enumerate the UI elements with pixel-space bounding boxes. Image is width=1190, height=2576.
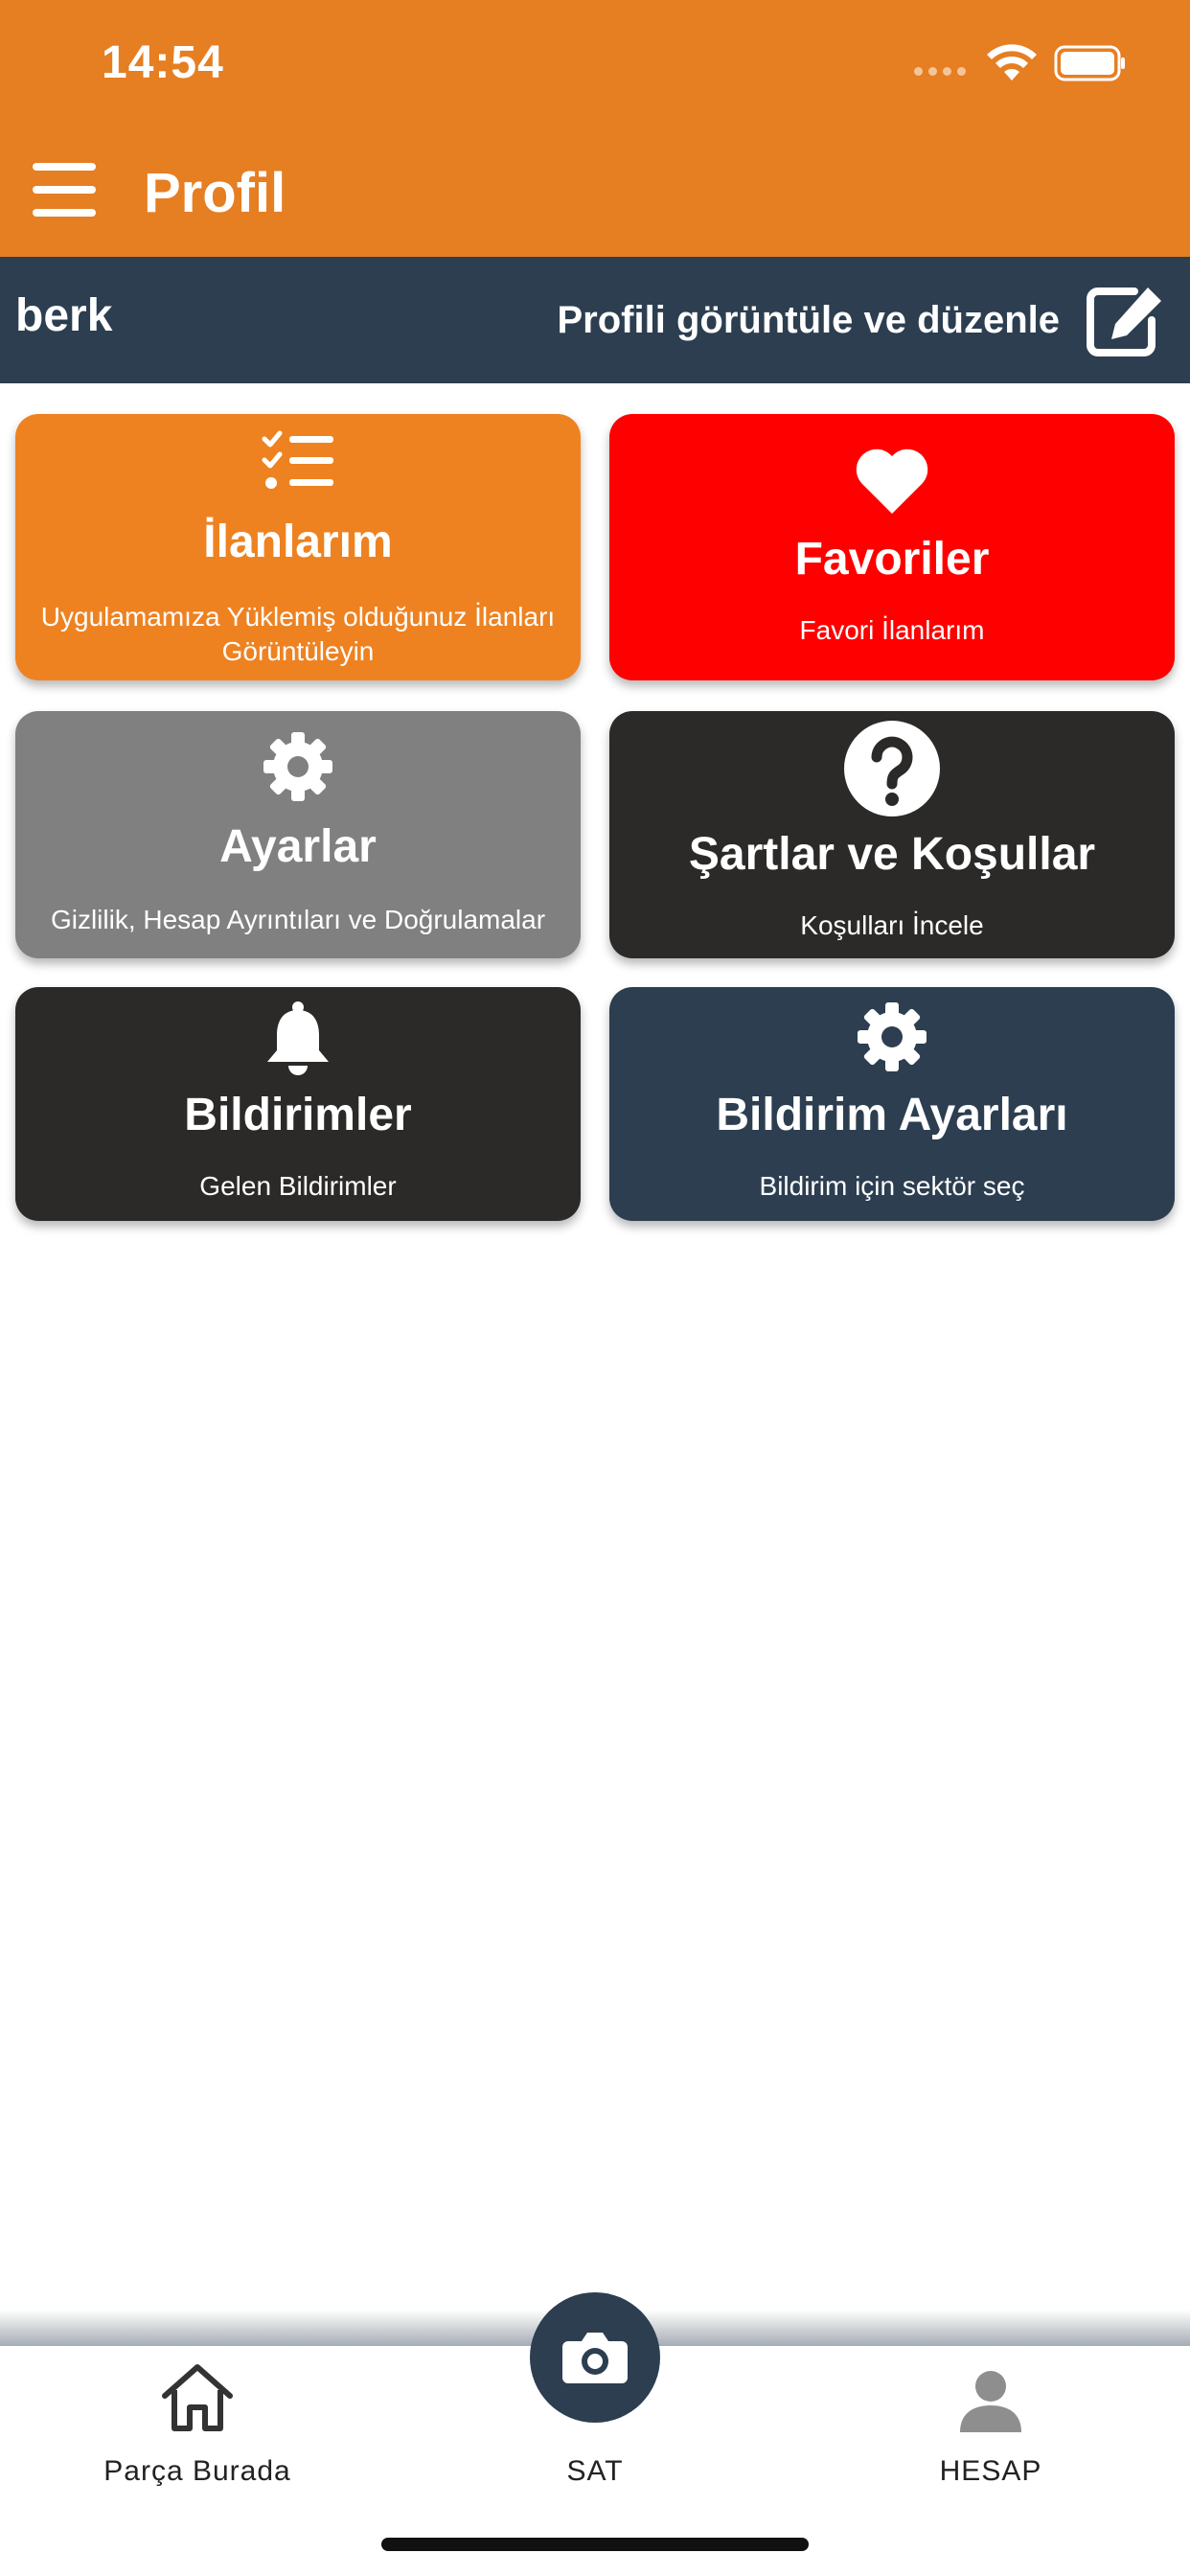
camera-icon <box>562 2333 628 2383</box>
card-subtitle: Bildirim için sektör seç <box>759 1171 1025 1201</box>
app-header: 14:54 Profil <box>0 0 1190 257</box>
card-title: Ayarlar <box>219 821 377 872</box>
edit-profile-label: Profili görüntüle ve düzenle <box>557 298 1061 341</box>
signal-icon <box>914 67 968 79</box>
tab-home-label[interactable]: Parça Burada <box>54 2455 341 2488</box>
status-time: 14:54 <box>102 37 224 88</box>
card-title: Şartlar ve Koşullar <box>688 829 1096 880</box>
card-ilanlarim[interactable]: İlanlarım Uygulamamıza Yüklemiş olduğunu… <box>15 414 581 680</box>
wifi-icon <box>987 44 1037 80</box>
menu-icon[interactable] <box>33 163 96 217</box>
card-bildirim-ayarlari[interactable]: Bildirim Ayarları Bildirim için sektör s… <box>609 987 1175 1221</box>
edit-profile-button[interactable]: Profili görüntüle ve düzenle <box>558 278 1166 362</box>
card-favoriler[interactable]: Favoriler Favori İlanlarım <box>609 414 1175 680</box>
card-sartlar-ve-kosullar[interactable]: Şartlar ve Koşullar Koşulları İncele <box>609 711 1175 958</box>
user-bar: berk Profili görüntüle ve düzenle <box>0 257 1190 383</box>
card-title: İlanlarım <box>203 517 393 567</box>
question-icon <box>844 721 940 816</box>
card-subtitle: Favori İlanlarım <box>799 615 985 645</box>
card-subtitle: Koşulları İncele <box>800 910 984 940</box>
home-indicator <box>381 2538 809 2551</box>
home-icon[interactable] <box>159 2361 236 2434</box>
username: berk <box>15 290 113 341</box>
gear-icon <box>263 732 332 801</box>
card-title: Favoriler <box>794 534 990 585</box>
card-subtitle: Gelen Bildirimler <box>199 1171 397 1201</box>
edit-icon <box>1087 288 1161 356</box>
card-subtitle: Uygulamamıza Yüklemiş olduğunuz İlanları… <box>40 602 556 666</box>
card-title: Bildirimler <box>184 1090 412 1140</box>
battery-icon <box>1054 45 1125 81</box>
card-ayarlar[interactable]: Ayarlar Gizlilik, Hesap Ayrıntıları ve D… <box>15 711 581 958</box>
heart-icon <box>856 448 928 514</box>
page-title: Profil <box>144 162 286 224</box>
card-title: Bildirim Ayarları <box>716 1090 1068 1140</box>
bell-icon <box>267 1001 329 1075</box>
status-bar: 14:54 <box>0 0 1190 134</box>
account-icon[interactable] <box>956 2369 1025 2434</box>
card-bildirimler[interactable]: Bildirimler Gelen Bildirimler <box>15 987 581 1221</box>
tab-sat-label[interactable]: SAT <box>451 2455 739 2488</box>
gear-icon <box>858 1002 927 1071</box>
sat-camera-button[interactable] <box>530 2292 660 2423</box>
checklist-icon <box>262 430 333 489</box>
card-subtitle: Gizlilik, Hesap Ayrıntıları ve Doğrulama… <box>50 905 546 934</box>
tab-account-label[interactable]: HESAP <box>847 2455 1134 2488</box>
